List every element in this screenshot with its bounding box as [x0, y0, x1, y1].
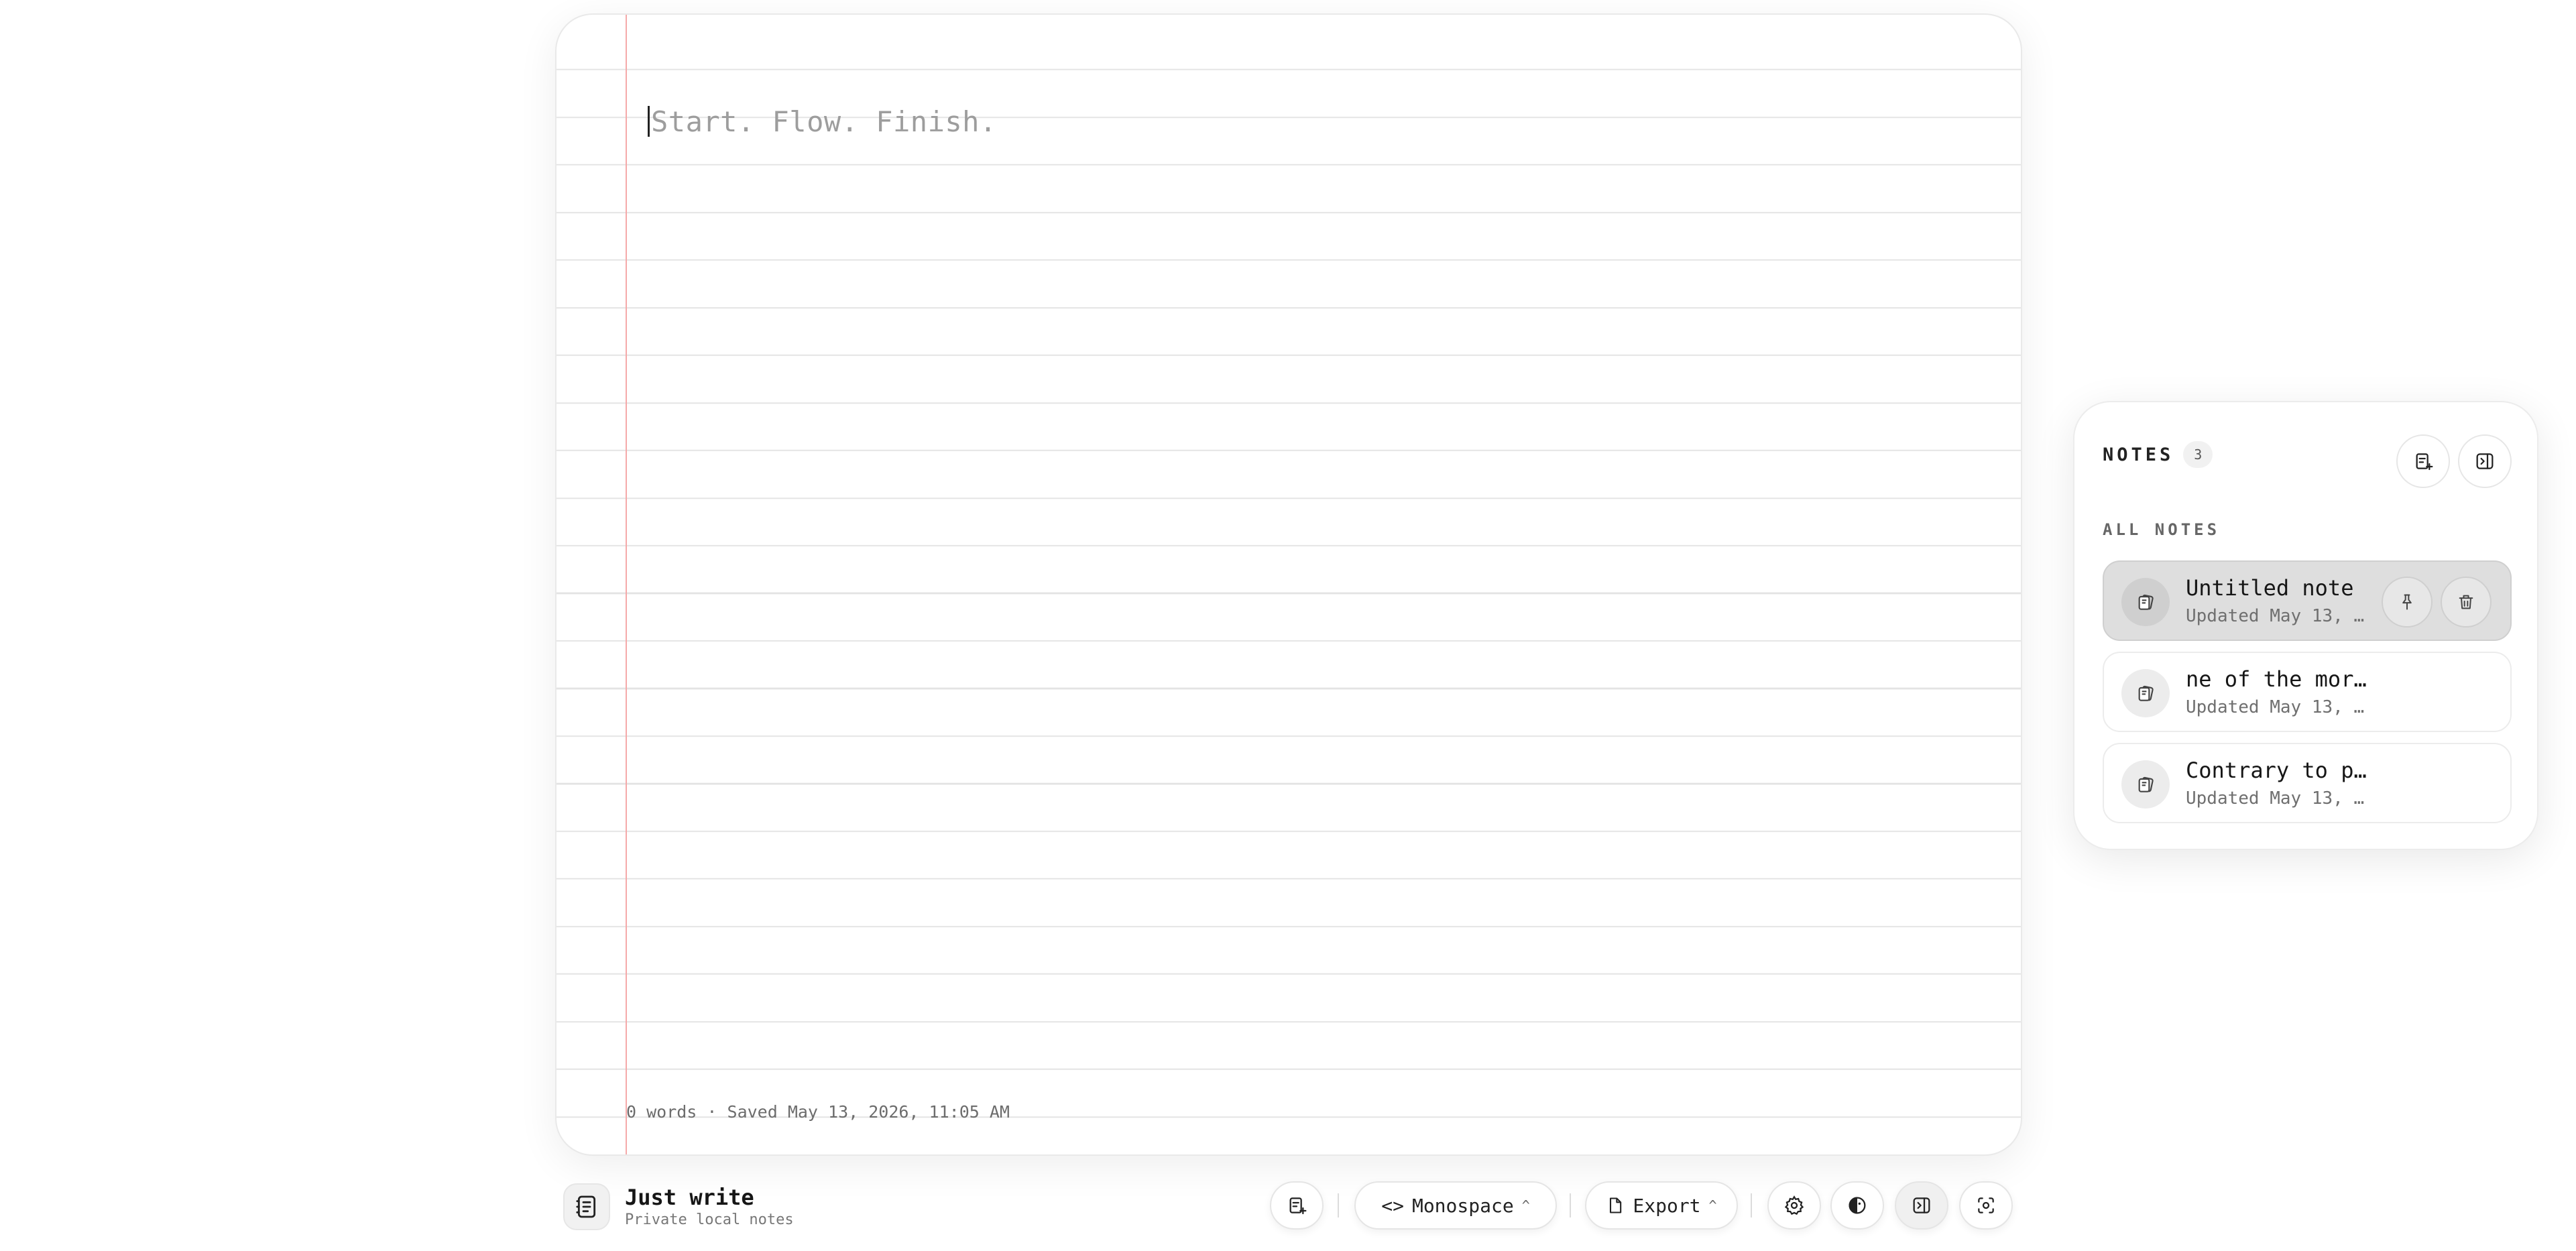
sidebar-icon: [2476, 453, 2494, 469]
notes-icon: [2121, 578, 2170, 626]
export-label: Export: [1633, 1194, 1701, 1217]
toolbar-divider: [1751, 1193, 1752, 1217]
notes-icon: [2121, 669, 2170, 717]
trash-icon: [2459, 595, 2473, 609]
close-panel-button[interactable]: [2458, 434, 2512, 488]
editor-placeholder: Start. Flow. Finish.: [651, 105, 997, 138]
settings-button[interactable]: [1767, 1181, 1821, 1230]
font-select-label: Monospace: [1411, 1194, 1514, 1217]
notebook-icon: [563, 1183, 610, 1230]
theme-button[interactable]: [1830, 1181, 1884, 1230]
code-icon: <>: [1381, 1194, 1404, 1217]
text-caret: [648, 106, 650, 137]
chevron-up-icon: ^: [1521, 1197, 1530, 1213]
new-note-button[interactable]: [1270, 1181, 1324, 1230]
sidebar-icon: [1913, 1197, 1930, 1213]
status-line: 0 words · Saved May 13, 2026, 11:05 AM: [626, 1102, 1010, 1122]
notes-icon: [2121, 760, 2170, 809]
note-updated: Updated May 13, …: [2186, 788, 2365, 809]
focus-icon: [1978, 1197, 1994, 1213]
export-button[interactable]: Export ^: [1585, 1181, 1738, 1230]
notes-count-badge: 3: [2183, 441, 2213, 468]
app-brand: Just write Private local notes: [563, 1179, 794, 1235]
font-select-button[interactable]: <> Monospace ^: [1354, 1181, 1557, 1230]
editor-paper: Start. Flow. Finish. 0 words · Saved May…: [555, 13, 2022, 1156]
note-title: Untitled note: [2186, 575, 2354, 601]
add-note-button[interactable]: [2396, 434, 2450, 488]
pin-note-button[interactable]: [2382, 577, 2433, 628]
note-item[interactable]: ne of the mor… Updated May 13, …: [2103, 652, 2512, 732]
notes-panel: NOTES 3 ALL NOTES Untitled note Updated …: [2073, 401, 2538, 850]
chevron-up-icon: ^: [1708, 1197, 1717, 1213]
note-item[interactable]: Untitled note Updated May 13, …: [2103, 560, 2512, 641]
margin-line: [626, 15, 627, 1154]
all-notes-label: ALL NOTES: [2103, 520, 2221, 539]
file-icon: [1610, 1197, 1622, 1213]
toolbar-divider: [1570, 1193, 1571, 1217]
notes-title: NOTES: [2103, 444, 2174, 465]
new-note-icon: [2416, 453, 2433, 471]
new-note-icon: [1289, 1197, 1307, 1215]
notes-header: NOTES 3: [2103, 441, 2213, 468]
note-updated: Updated May 13, …: [2186, 606, 2365, 626]
toolbar-divider: [1338, 1193, 1339, 1217]
editor-textarea[interactable]: Start. Flow. Finish.: [648, 94, 1922, 150]
note-title: ne of the mor…: [2186, 666, 2367, 692]
sidebar-toggle-button[interactable]: [1895, 1181, 1948, 1230]
app-title: Just write: [625, 1185, 754, 1210]
theme-icon: [1849, 1197, 1866, 1214]
focus-mode-button[interactable]: [1959, 1181, 2013, 1230]
note-title: Contrary to p…: [2186, 758, 2367, 783]
pin-icon: [2402, 594, 2412, 610]
app-subtitle: Private local notes: [625, 1211, 794, 1228]
note-item[interactable]: Contrary to p… Updated May 13, …: [2103, 743, 2512, 823]
delete-note-button[interactable]: [2441, 577, 2492, 628]
note-updated: Updated May 13, …: [2186, 697, 2365, 717]
settings-icon: [1784, 1195, 1804, 1215]
